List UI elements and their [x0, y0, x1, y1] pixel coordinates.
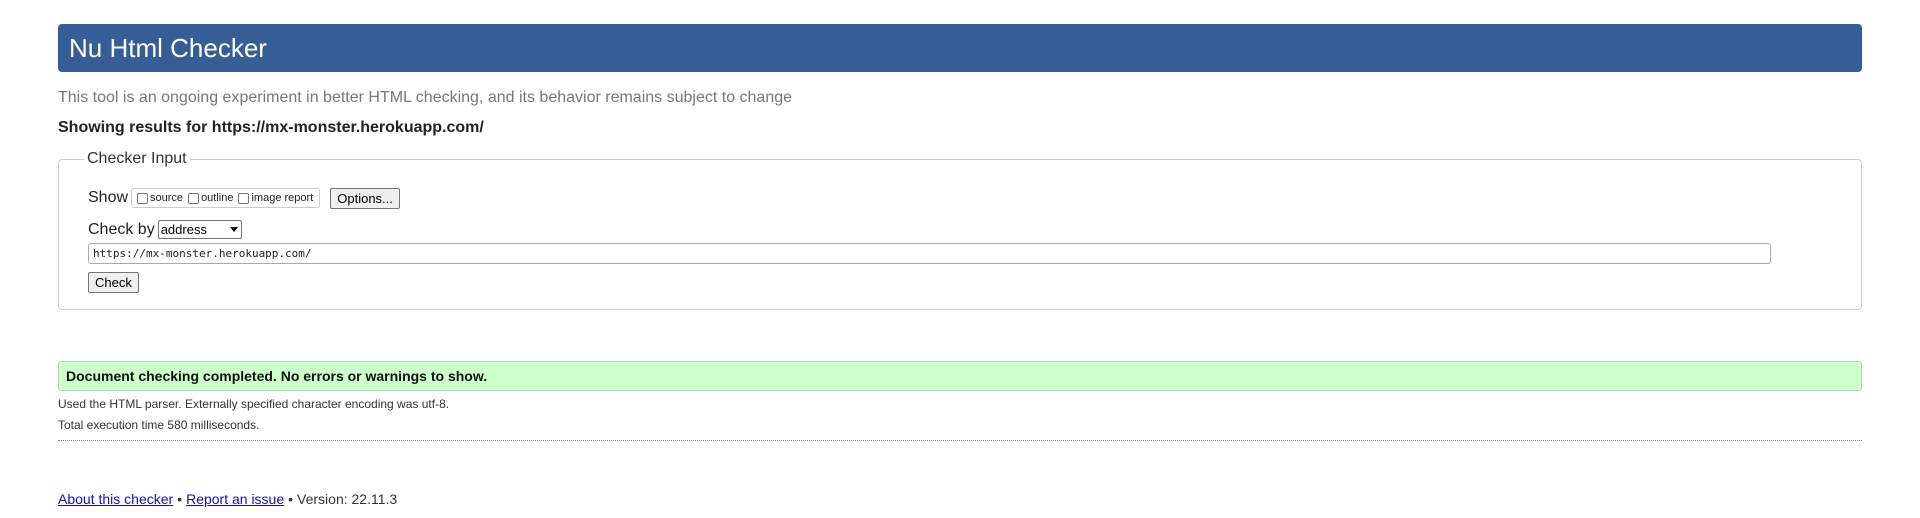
outline-checkbox-label[interactable]: outline — [201, 192, 233, 204]
show-row: Show source outline image report Options… — [88, 187, 400, 209]
show-outline-option[interactable]: outline — [186, 192, 233, 204]
footer: About this checker • Report an issue • Versi… — [58, 491, 397, 507]
footer-separator: • — [288, 491, 294, 507]
image-report-checkbox[interactable] — [238, 192, 250, 204]
page: Nu Html Checker This tool is an ongoing … — [0, 0, 1920, 518]
show-label: Show — [88, 189, 129, 206]
divider — [58, 440, 1862, 441]
checker-input-legend: Checker Input — [84, 150, 190, 168]
outline-checkbox[interactable] — [188, 192, 200, 204]
check-by-label: Check by — [88, 220, 155, 238]
show-options-group: source outline image report — [131, 188, 321, 208]
page-title: Nu Html Checker — [69, 32, 267, 63]
footer-separator: • — [177, 491, 183, 507]
version-text: Version: 22.11.3 — [297, 491, 398, 507]
source-checkbox-label[interactable]: source — [150, 192, 183, 204]
tagline: This tool is an ongoing experiment in be… — [58, 89, 793, 106]
parser-info: Used the HTML parser. Externally specifi… — [58, 397, 450, 411]
options-button[interactable]: Options... — [330, 187, 400, 209]
execution-time: Total execution time 580 milliseconds. — [58, 418, 260, 432]
header-bar: Nu Html Checker — [58, 24, 1862, 72]
check-by-row: Check by address — [88, 220, 242, 239]
image-report-checkbox-label[interactable]: image report — [251, 192, 313, 204]
show-source-option[interactable]: source — [135, 192, 183, 204]
check-button[interactable]: Check — [88, 272, 139, 293]
checker-input-fieldset: Checker Input Show source outline image … — [58, 150, 1862, 310]
url-input-value: https://mx-monster.herokuapp.com/ — [93, 247, 312, 260]
chevron-down-icon — [229, 227, 238, 232]
url-input[interactable]: https://mx-monster.herokuapp.com/ — [88, 243, 1771, 264]
showing-results-heading: Showing results for https://mx-monster.h… — [58, 119, 484, 136]
report-issue-link[interactable]: Report an issue — [186, 491, 284, 507]
show-image-report-option[interactable]: image report — [236, 192, 313, 204]
check-by-select[interactable]: address — [157, 220, 242, 239]
check-by-selected-value: address — [160, 222, 207, 237]
source-checkbox[interactable] — [137, 192, 149, 204]
success-message: Document checking completed. No errors o… — [58, 361, 1862, 391]
about-checker-link[interactable]: About this checker — [58, 491, 173, 507]
